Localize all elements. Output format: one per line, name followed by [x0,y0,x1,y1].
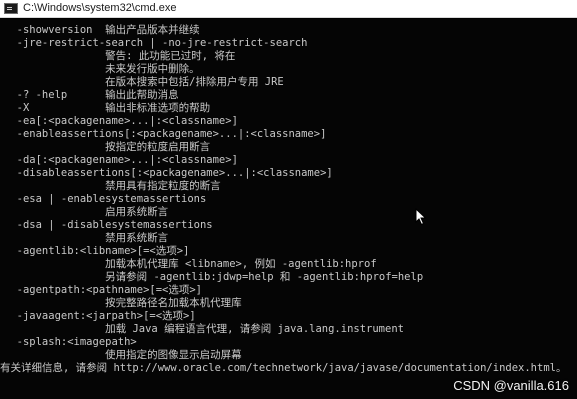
console-line: -dsa | -disablesystemassertions [4,219,213,231]
cmd-window: C:\Windows\system32\cmd.exe -showversion… [0,0,577,399]
mouse-cursor-icon [415,208,427,226]
console-line: -X 输出非标准选项的帮助 [4,102,211,114]
console-line: 按完整路径名加载本机代理库 [4,297,242,309]
console-line: -agentlib:<libname>[=<选项>] [4,245,190,257]
console-line: 启用系统断言 [4,206,169,218]
console-line: 使用指定的图像显示启动屏幕 [4,349,242,361]
watermark: CSDN @vanilla.616 [453,378,569,393]
console-line: 禁用系统断言 [4,232,169,244]
console-line: 未来发行版中删除。 [4,63,200,75]
console-line: 按指定的粒度启用断言 [4,141,211,153]
console-line: -esa | -enablesystemassertions [4,193,207,205]
console-line: 有关详细信息, 请参阅 http://www.oracle.com/techne… [0,362,567,374]
console-line: 加载 Java 编程语言代理, 请参阅 java.lang.instrument [4,323,404,335]
title-bar[interactable]: C:\Windows\system32\cmd.exe [0,0,577,18]
console-output[interactable]: -showversion 输出产品版本并继续 -jre-restrict-sea… [0,19,577,399]
console-line: 警告: 此功能已过时, 将在 [4,50,236,62]
console-line: -enableassertions[:<packagename>...|:<cl… [4,128,327,140]
console-line: 加载本机代理库 <libname>, 例如 -agentlib:hprof [4,258,377,270]
console-line: -? -help 输出此帮助消息 [4,89,179,101]
console-line: -jre-restrict-search | -no-jre-restrict-… [4,37,308,49]
console-line: -javaagent:<jarpath>[=<选项>] [4,310,196,322]
console-line: 另请参阅 -agentlib:jdwp=help 和 -agentlib:hpr… [4,271,424,283]
console-line: -splash:<imagepath> [4,336,137,348]
console-line: -disableassertions[:<packagename>...|:<c… [4,167,333,179]
console-line: 禁用具有指定粒度的断言 [4,180,221,192]
window-title: C:\Windows\system32\cmd.exe [23,2,177,14]
console-line: -agentpath:<pathname>[=<选项>] [4,284,203,296]
console-line: -da[:<packagename>...|:<classname>] [4,154,238,166]
console-line: -ea[:<packagename>...|:<classname>] [4,115,238,127]
console-line: 在版本搜索中包括/排除用户专用 JRE [4,76,284,88]
console-line: -showversion 输出产品版本并继续 [4,24,200,36]
console-icon [4,3,18,14]
